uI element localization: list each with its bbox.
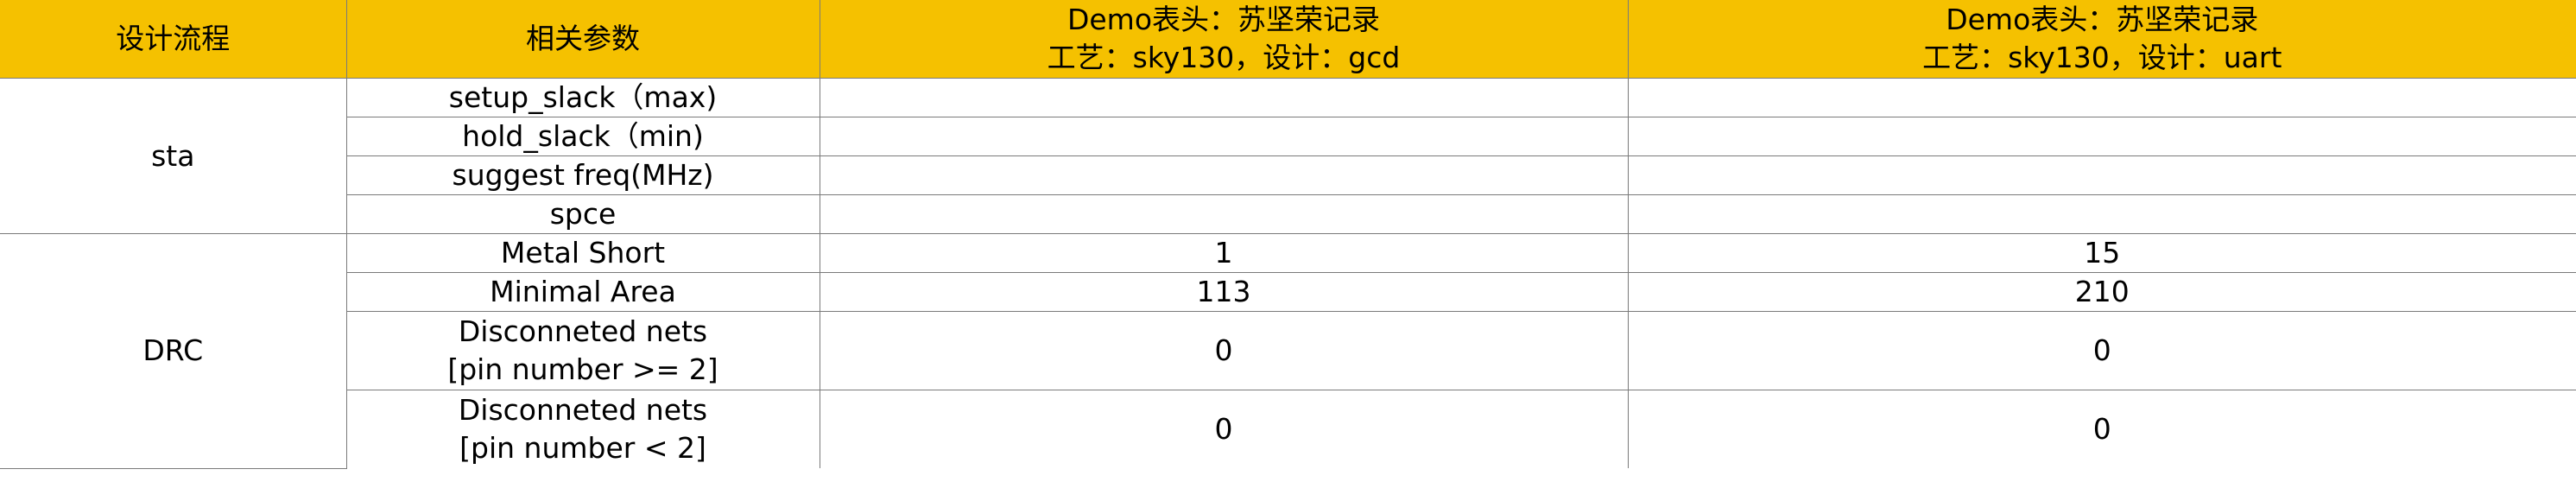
- gcd-value: [819, 78, 1629, 117]
- uart-value: 15: [1627, 233, 2576, 273]
- header-design-flow: 设计流程: [0, 0, 347, 79]
- uart-value: [1627, 78, 2576, 117]
- header-uart-title: Demo表头：苏坚荣记录: [1946, 3, 2259, 36]
- param-cell: Disconneted nets [pin number < 2]: [346, 390, 820, 468]
- gcd-value: 1: [819, 233, 1629, 273]
- table-row: hold_slack（min): [0, 117, 2576, 156]
- table-row: sta setup_slack（max): [0, 78, 2576, 234]
- param-cell: Minimal Area: [346, 272, 820, 312]
- table-row: spce: [0, 194, 2576, 234]
- param-cell: suggest freq(MHz): [346, 155, 820, 195]
- table-row: suggest freq(MHz): [0, 155, 2576, 195]
- uart-value: [1627, 194, 2576, 234]
- header-row: 设计流程 相关参数 Demo表头：苏坚荣记录 工艺：sky130，设计：gcd …: [0, 0, 2576, 79]
- table-row: DRC Metal Short 1 15: [0, 233, 2576, 469]
- header-uart: Demo表头：苏坚荣记录 工艺：sky130，设计：uart: [1627, 0, 2576, 79]
- header-parameters: 相关参数: [345, 0, 820, 79]
- param-line: Disconneted nets: [458, 314, 708, 348]
- table-row: Disconneted nets [pin number < 2] 0 0: [0, 390, 2576, 468]
- group-sta: sta: [0, 78, 347, 234]
- param-line: Disconneted nets: [458, 393, 708, 427]
- uart-value: 0: [1627, 390, 2576, 468]
- gcd-value: 0: [819, 311, 1629, 390]
- gcd-value: [819, 194, 1629, 234]
- param-cell: Metal Short: [345, 233, 820, 273]
- results-table: 设计流程 相关参数 Demo表头：苏坚荣记录 工艺：sky130，设计：gcd …: [0, 0, 2576, 469]
- uart-value: [1627, 155, 2576, 195]
- header-gcd-subtitle: 工艺：sky130，设计：gcd: [1047, 41, 1401, 74]
- header-uart-subtitle: 工艺：sky130，设计：uart: [1922, 41, 2282, 74]
- param-line: [pin number < 2]: [459, 431, 706, 465]
- gcd-value: 0: [819, 390, 1629, 468]
- param-cell: hold_slack（min): [346, 117, 820, 156]
- param-cell: setup_slack（max): [345, 78, 820, 117]
- header-gcd-title: Demo表头：苏坚荣记录: [1066, 3, 1381, 36]
- uart-value: 0: [1627, 311, 2576, 390]
- table-row: Disconneted nets [pin number >= 2] 0 0: [0, 311, 2576, 390]
- gcd-value: [819, 117, 1629, 156]
- group-drc: DRC: [0, 233, 347, 469]
- table-row: Minimal Area 113 210: [0, 272, 2576, 312]
- header-gcd: Demo表头：苏坚荣记录 工艺：sky130，设计：gcd: [819, 0, 1629, 79]
- uart-value: 210: [1627, 272, 2576, 312]
- param-cell: Disconneted nets [pin number >= 2]: [346, 311, 820, 390]
- uart-value: [1627, 117, 2576, 156]
- gcd-value: 113: [819, 272, 1629, 312]
- param-line: [pin number >= 2]: [447, 352, 718, 386]
- gcd-value: [819, 155, 1629, 195]
- param-cell: spce: [346, 194, 820, 234]
